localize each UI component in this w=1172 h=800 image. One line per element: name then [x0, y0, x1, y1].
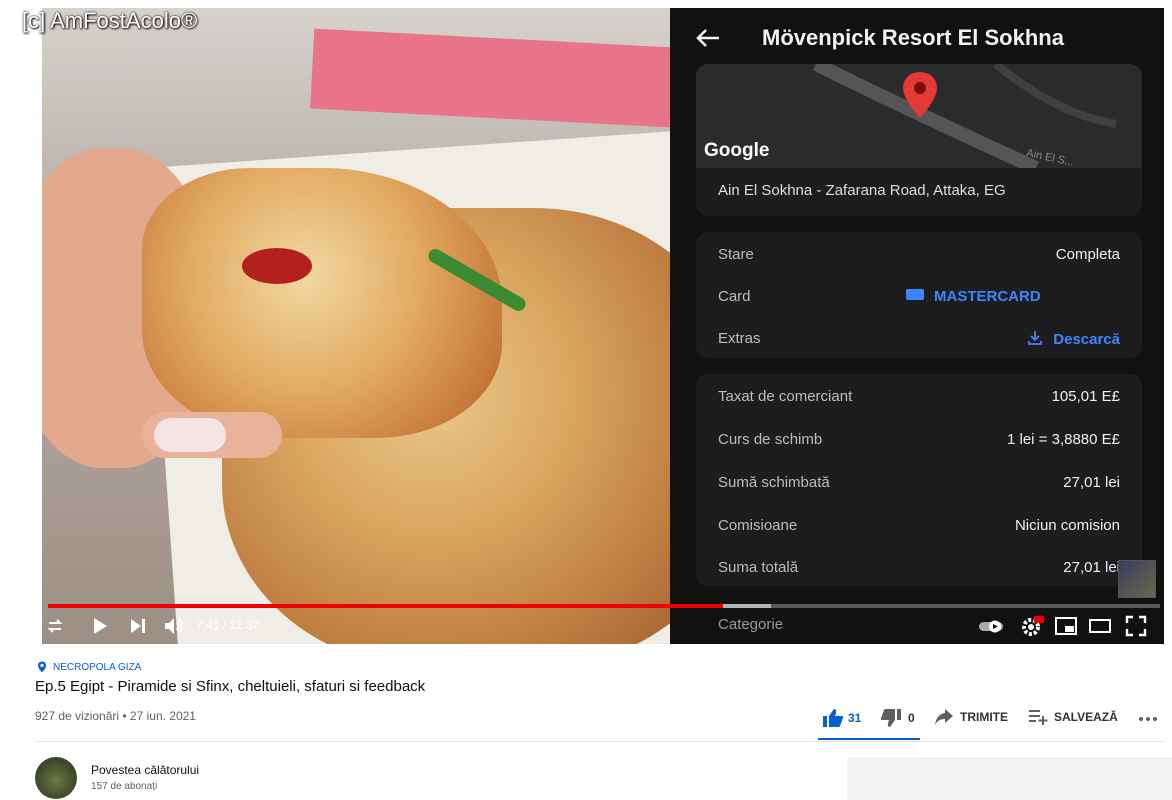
divider: [35, 741, 1165, 742]
status-row: Stare Completa: [718, 246, 1120, 263]
transaction-details-card: Taxat de comerciant 105,01 E£ Curs de sc…: [696, 374, 1142, 586]
detail-row-fees: Comisioane Niciun comision: [718, 517, 1120, 534]
phone-topbar: Mövenpick Resort El Sokhna: [670, 8, 1164, 68]
more-actions-icon[interactable]: [1138, 716, 1158, 722]
like-ratio-bar: [818, 738, 920, 740]
share-arrow-icon: [935, 709, 953, 725]
progress-played: [48, 604, 723, 608]
category-label: Categorie: [718, 616, 784, 633]
miniplayer-icon[interactable]: [1054, 614, 1078, 638]
merchant-address: Ain El Sokhna - Zafarana Road, Attaka, E…: [718, 182, 1006, 199]
subscriber-count: 157 de abonați: [91, 781, 158, 792]
credit-card-icon: [906, 289, 924, 300]
loop-icon[interactable]: [46, 614, 64, 638]
download-icon: [1028, 331, 1043, 345]
time-display: 7:41 / 12:37: [196, 618, 260, 632]
map-card: Google Ain El S... Ain El Sokhna - Zafar…: [696, 64, 1142, 216]
sidebar-placeholder: [847, 757, 1172, 800]
volume-button[interactable]: [162, 614, 186, 638]
dislike-button[interactable]: 0: [880, 708, 915, 728]
download-statement-link: Descarcă: [1027, 330, 1120, 348]
autoplay-toggle[interactable]: [978, 614, 1006, 638]
channel-name[interactable]: Povestea călătorului: [91, 763, 199, 777]
detail-row-exchanged-amount: Sumă schimbată 27,01 lei: [718, 474, 1120, 491]
detail-row-merchant-charge: Taxat de comerciant 105,01 E£: [718, 388, 1120, 405]
settings-gear-icon[interactable]: [1020, 614, 1044, 638]
phone-screen: Mövenpick Resort El Sokhna Google Ain El…: [670, 8, 1164, 644]
channel-watermark-thumbnail[interactable]: [1118, 560, 1156, 598]
next-button[interactable]: [128, 614, 148, 638]
merchant-title: Mövenpick Resort El Sokhna: [762, 25, 1064, 50]
mastercard-value: MASTERCARD: [906, 288, 1041, 305]
share-button[interactable]: TRIMITE: [934, 708, 1008, 726]
google-logo: Google: [704, 140, 770, 161]
like-button[interactable]: 31: [822, 708, 861, 728]
card-row: Card MASTERCARD: [718, 288, 1041, 305]
back-arrow-icon: [696, 29, 719, 47]
playlist-add-icon: [1029, 710, 1048, 725]
video-meta: 927 de vizionări • 27 iun. 2021: [35, 709, 196, 723]
watermark: [c] AmFostAcolo®: [22, 8, 198, 33]
detail-row-exchange-rate: Curs de schimb 1 lei = 3,8880 E£: [718, 431, 1120, 448]
save-button[interactable]: SALVEAZĂ: [1028, 708, 1118, 726]
transaction-status-card: Stare Completa Card MASTERCARD Extras De…: [696, 232, 1142, 358]
video-title: Ep.5 Egipt - Piramide si Sfinx, cheltuie…: [35, 678, 426, 695]
progress-bar[interactable]: [48, 604, 1160, 608]
theater-mode-icon[interactable]: [1088, 614, 1112, 638]
location-pin-icon: [38, 661, 46, 673]
detail-row-total: Suma totală 27,01 lei: [718, 559, 1120, 576]
play-button[interactable]: [90, 614, 110, 638]
statement-row: Extras Descarcă: [718, 330, 1120, 348]
channel-avatar[interactable]: [35, 757, 77, 799]
thumbs-down-icon: [880, 709, 901, 727]
video-player[interactable]: Mövenpick Resort El Sokhna Google Ain El…: [42, 8, 1164, 644]
thumbs-up-icon: [823, 709, 844, 727]
video-frame-photo: [42, 8, 670, 644]
location-tag[interactable]: NECROPOLA GIZA: [36, 661, 141, 673]
map-pin-icon: [903, 72, 937, 118]
map: Google Ain El S...: [696, 64, 1142, 175]
fullscreen-icon[interactable]: [1124, 614, 1148, 638]
